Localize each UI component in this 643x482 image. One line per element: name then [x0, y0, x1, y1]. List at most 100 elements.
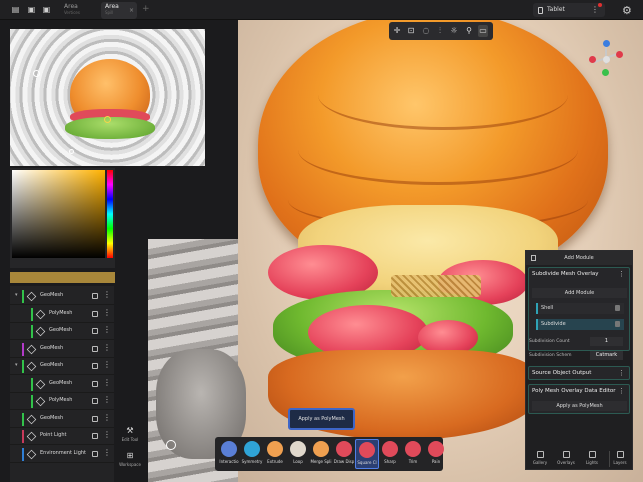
axis-center-dot[interactable]	[603, 56, 610, 63]
camera-icon[interactable]: ⊡	[406, 25, 416, 37]
add-module-button[interactable]: Add Module	[532, 288, 627, 298]
visibility-icon[interactable]	[92, 450, 98, 457]
slot-subdivide[interactable]: Subdivide	[536, 319, 624, 330]
current-color-swatch[interactable]	[10, 272, 115, 283]
visibility-icon[interactable]	[92, 328, 98, 334]
tool-button[interactable]: Square Cl	[355, 439, 379, 469]
lights-tab[interactable]: Lights	[580, 451, 604, 465]
expand-arrow-icon[interactable]: ▾	[15, 292, 18, 298]
visibility-icon[interactable]	[92, 415, 98, 422]
trash-icon[interactable]	[615, 305, 620, 311]
tool-button[interactable]: Sharp	[378, 439, 402, 469]
save-icon[interactable]: ▣	[27, 5, 36, 14]
more-icon[interactable]: ⋮	[103, 308, 111, 317]
close-icon[interactable]: ×	[129, 7, 134, 14]
handle-circle[interactable]	[69, 149, 74, 154]
move-icon[interactable]: ✛	[392, 25, 402, 37]
pin-icon[interactable]: ⚲	[464, 25, 474, 37]
add-module-title[interactable]: Add Module	[564, 255, 593, 261]
more-icon[interactable]: ⋮	[103, 360, 111, 369]
mesh-icon	[26, 291, 37, 302]
reference-viewport[interactable]	[10, 29, 205, 166]
more-icon[interactable]: ⋮	[618, 387, 625, 395]
tool-button[interactable]: Loop	[286, 439, 310, 469]
visibility-icon[interactable]	[92, 310, 98, 317]
visibility-icon[interactable]	[92, 380, 98, 387]
axis-gizmo[interactable]	[585, 38, 627, 80]
outliner-label: GeoMesh	[40, 292, 64, 298]
tab-area-vertices[interactable]: Area Vertices	[60, 2, 96, 19]
more-icon[interactable]: ⋮	[618, 369, 625, 377]
axis-z-dot[interactable]	[603, 40, 610, 47]
subdivision-scheme-select[interactable]: Catmark	[590, 351, 623, 360]
layers-label: Layers	[613, 460, 627, 465]
document-icon[interactable]	[531, 255, 536, 261]
more-icon[interactable]: ⋮	[103, 325, 111, 334]
outliner-row[interactable]: Environment Light ⋮	[10, 446, 114, 463]
orbit-icon[interactable]: ◌	[421, 25, 431, 37]
outliner-row[interactable]: ▾ GeoMesh ⋮	[10, 358, 114, 375]
outliner-row[interactable]: GeoMesh ⋮	[10, 376, 114, 393]
outliner-row[interactable]: GeoMesh ⋮	[10, 411, 114, 428]
tool-label: Merge Spli	[310, 459, 332, 464]
edit-tool-button[interactable]: ⚒ Edit Tool	[118, 425, 142, 449]
save-as-icon[interactable]: ▣	[42, 5, 51, 14]
tool-button[interactable]: Pain	[424, 439, 448, 469]
screen-icon[interactable]: ▭	[478, 25, 488, 37]
more-icon[interactable]: ⋮	[103, 395, 111, 404]
trash-icon[interactable]	[615, 321, 620, 327]
more-icon[interactable]: ⋮	[103, 378, 111, 387]
handle-circle[interactable]	[33, 70, 40, 77]
outliner-row[interactable]: PolyMesh ⋮	[10, 306, 114, 323]
add-tab-icon[interactable]: +	[142, 4, 150, 14]
axis-x-dot[interactable]	[589, 56, 596, 63]
layers-tab[interactable]: Layers	[608, 451, 632, 465]
hue-slider[interactable]	[107, 170, 113, 258]
visibility-icon[interactable]	[92, 293, 98, 299]
more-icon[interactable]: ⋮	[103, 290, 111, 299]
tool-icon	[382, 441, 398, 457]
outliner-row[interactable]: GeoMesh ⋮	[10, 341, 114, 358]
apply-polymesh-button[interactable]: Apply as PolyMesh	[288, 408, 355, 430]
visibility-icon[interactable]	[92, 345, 98, 352]
saturation-value-field[interactable]	[12, 170, 105, 258]
mesh-icon	[35, 309, 46, 319]
outliner-row[interactable]: ▾ GeoMesh ⋮	[10, 288, 114, 305]
expand-arrow-icon[interactable]: ▾	[15, 362, 18, 368]
handle-circle[interactable]	[104, 116, 111, 123]
modules-panel: Add Module Subdivide Mesh Overlay ⋮ Add …	[525, 250, 633, 470]
gear-icon[interactable]: ⚙	[622, 4, 632, 17]
visibility-icon[interactable]	[92, 433, 98, 439]
axis-x-dot[interactable]	[616, 51, 623, 58]
gallery-tab[interactable]: Gallery	[528, 451, 552, 465]
source-output-card[interactable]: Source Object Output ⋮	[528, 366, 630, 380]
outliner-row[interactable]: Point Light ⋮	[10, 428, 114, 445]
workspace-button[interactable]: ⊞ Workspace	[118, 450, 142, 474]
subdivision-count-field[interactable]: 1	[590, 337, 623, 346]
device-selector[interactable]: Tablet ⋮	[533, 3, 605, 17]
axis-y-dot[interactable]	[602, 69, 609, 76]
tool-button[interactable]: Trim	[401, 439, 425, 469]
tool-button[interactable]: Extrude	[263, 439, 287, 469]
tool-button[interactable]: Interactio	[217, 439, 241, 469]
tab-area-spill[interactable]: Area Spill ×	[101, 2, 137, 19]
visibility-icon[interactable]	[92, 363, 98, 369]
tool-button[interactable]: Symmetry	[240, 439, 264, 469]
tool-label: Extrude	[267, 459, 283, 464]
more-icon[interactable]: ⋮	[618, 270, 625, 278]
slot-shell[interactable]: Shell	[536, 303, 624, 314]
more-icon[interactable]: ⋮	[103, 448, 111, 457]
visibility-icon[interactable]	[92, 398, 98, 404]
folder-icon[interactable]: ▤	[11, 5, 20, 14]
tool-button[interactable]: Draw Disp	[332, 439, 356, 469]
more-icon[interactable]: ⋮	[103, 430, 111, 439]
more-icon[interactable]: ⋮	[103, 413, 111, 422]
overlays-tab[interactable]: Overlays	[554, 451, 578, 465]
outliner-row[interactable]: PolyMesh ⋮	[10, 393, 114, 410]
more-icon[interactable]: ⋮	[103, 343, 111, 352]
apply-polymesh-button[interactable]: Apply as PolyMesh	[532, 401, 627, 411]
outliner-row[interactable]: GeoMesh ⋮	[10, 323, 114, 340]
tool-button[interactable]: Merge Spli	[309, 439, 333, 469]
light-icon[interactable]: ☼	[449, 25, 459, 37]
sliders-icon[interactable]: ⫶	[435, 25, 445, 37]
